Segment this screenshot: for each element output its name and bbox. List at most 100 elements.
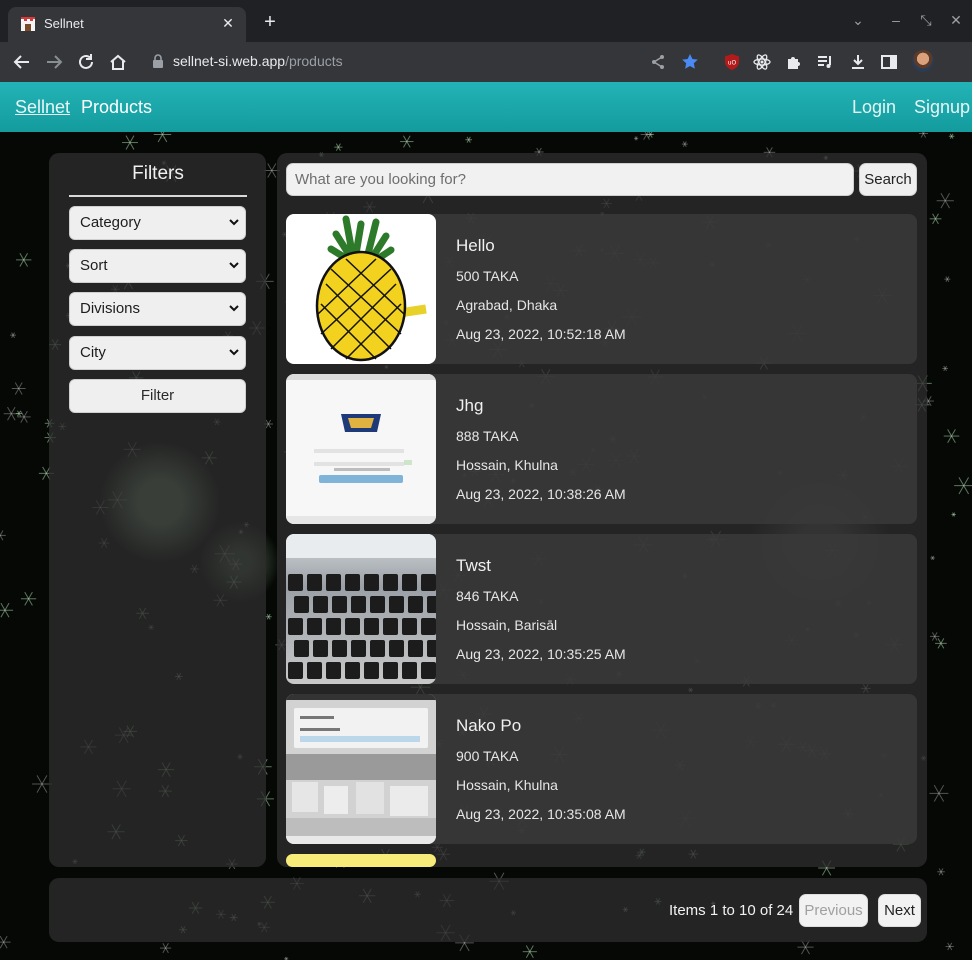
keyboard-key <box>402 662 417 679</box>
product-image-pineapple[interactable] <box>286 214 436 364</box>
nav-signup-link[interactable]: Signup <box>914 97 970 118</box>
products-panel: What are you looking for? Search Hello 5… <box>277 153 927 867</box>
snowflake <box>937 868 945 876</box>
snowflake <box>797 939 814 955</box>
snowflake <box>465 136 473 143</box>
chevron-down-icon <box>229 349 239 356</box>
product-card[interactable]: Nako Po 900 TAKA Hossain, Khulna Aug 23,… <box>286 694 917 844</box>
product-image-warehouse[interactable] <box>286 694 436 844</box>
filters-divider <box>69 195 247 197</box>
snowflake <box>929 213 942 225</box>
snowflake <box>0 530 6 541</box>
product-price: 888 TAKA <box>456 428 519 444</box>
snowflake <box>400 135 414 148</box>
nav-products-link[interactable]: Products <box>81 97 152 118</box>
tab-close-icon[interactable]: ✕ <box>218 13 238 33</box>
category-select[interactable]: Category <box>69 206 246 240</box>
address-bar[interactable]: sellnet-si.web.app/products <box>173 53 343 69</box>
profile-avatar[interactable] <box>912 50 934 72</box>
keyboard-key <box>389 596 404 613</box>
snowflake <box>948 133 955 139</box>
page-viewport: Sellnet Products Login Signup Filters Ca… <box>0 82 972 960</box>
side-panel-icon[interactable] <box>879 52 899 72</box>
product-card[interactable]: Jhg 888 TAKA Hossain, Khulna Aug 23, 202… <box>286 374 917 524</box>
keyboard-key <box>383 618 398 635</box>
keyboard-key <box>427 640 436 657</box>
product-date: Aug 23, 2022, 10:52:18 AM <box>456 326 626 342</box>
product-image-partial[interactable] <box>286 854 436 867</box>
chevron-down-icon <box>229 262 239 269</box>
back-arrow-icon[interactable] <box>12 52 32 72</box>
search-input[interactable]: What are you looking for? <box>286 163 854 196</box>
keyboard-key <box>421 618 436 635</box>
ublock-icon[interactable]: uO <box>722 52 742 72</box>
top-navbar: Sellnet Products Login Signup <box>0 82 972 132</box>
product-date: Aug 23, 2022, 10:35:08 AM <box>456 806 626 822</box>
product-price: 500 TAKA <box>456 268 519 284</box>
keyboard-key <box>345 662 360 679</box>
nav-login-link[interactable]: Login <box>852 97 896 118</box>
forward-arrow-icon[interactable] <box>44 52 64 72</box>
keyboard-key <box>408 596 423 613</box>
download-icon[interactable] <box>848 52 868 72</box>
product-location: Hossain, Khulna <box>456 457 558 473</box>
product-image-keyboard[interactable] <box>286 534 436 684</box>
product-card-partial[interactable] <box>286 854 917 867</box>
filters-panel: Filters Category Sort Divisions City Fil… <box>49 153 266 867</box>
restore-icon[interactable]: ⤡ <box>916 12 936 29</box>
filter-button[interactable]: Filter <box>69 379 246 413</box>
tab-search-chevron-icon[interactable]: ⌄ <box>848 12 868 29</box>
keyboard-key <box>383 574 398 591</box>
keyboard-key <box>421 574 436 591</box>
snowflake <box>265 613 272 620</box>
keyboard-key <box>313 640 328 657</box>
search-button[interactable]: Search <box>859 163 917 196</box>
divisions-select[interactable]: Divisions <box>69 292 246 326</box>
product-title: Jhg <box>456 396 484 415</box>
product-card[interactable]: Twst 846 TAKA Hossain, Barisāl Aug 23, 2… <box>286 534 917 684</box>
snowflake <box>936 192 954 209</box>
home-icon[interactable] <box>108 52 128 72</box>
minimize-icon[interactable]: – <box>886 12 906 28</box>
product-image-app-screenshot[interactable] <box>286 374 436 524</box>
brand-link[interactable]: Sellnet <box>15 97 70 118</box>
browser-toolbar: sellnet-si.web.app/products uO <box>0 42 972 82</box>
sort-select[interactable]: Sort <box>69 249 246 283</box>
keyboard-key <box>345 574 360 591</box>
product-price: 900 TAKA <box>456 748 519 764</box>
keyboard-key <box>351 596 366 613</box>
store-favicon-icon <box>21 17 35 31</box>
url-path: /products <box>285 53 343 69</box>
keyboard-key <box>402 574 417 591</box>
snowflake <box>0 602 14 618</box>
share-icon[interactable] <box>648 52 668 72</box>
keyboard-key <box>383 662 398 679</box>
previous-button[interactable]: Previous <box>799 894 868 927</box>
keyboard-key <box>307 574 322 591</box>
bookmark-star-icon[interactable] <box>680 52 700 72</box>
react-devtools-icon[interactable] <box>752 52 772 72</box>
snowflake <box>11 382 26 395</box>
new-tab-icon[interactable]: + <box>258 11 282 35</box>
snowflake <box>0 935 11 949</box>
keyboard-key <box>351 640 366 657</box>
extensions-puzzle-icon[interactable] <box>784 52 804 72</box>
next-button[interactable]: Next <box>878 894 921 927</box>
product-title: Hello <box>456 236 495 255</box>
city-select[interactable]: City <box>69 336 246 370</box>
media-queue-icon[interactable] <box>815 52 835 72</box>
product-title: Nako Po <box>456 716 522 735</box>
keyboard-key <box>370 640 385 657</box>
reload-icon[interactable] <box>76 52 96 72</box>
keyboard-key <box>313 596 328 613</box>
keyboard-key <box>294 596 309 613</box>
browser-tab[interactable]: Sellnet ✕ <box>8 7 246 42</box>
keyboard-key <box>370 596 385 613</box>
pagination-bar: Items 1 to 10 of 24 Previous Next <box>49 878 927 942</box>
keyboard-key <box>326 618 341 635</box>
keyboard-key <box>326 574 341 591</box>
close-window-icon[interactable]: ✕ <box>946 12 966 29</box>
product-card[interactable]: Hello 500 TAKA Agrabad, Dhaka Aug 23, 20… <box>286 214 917 364</box>
browser-tab-strip: Sellnet ✕ + ⌄ – ⤡ ✕ <box>0 0 972 42</box>
keyboard-key <box>421 662 436 679</box>
